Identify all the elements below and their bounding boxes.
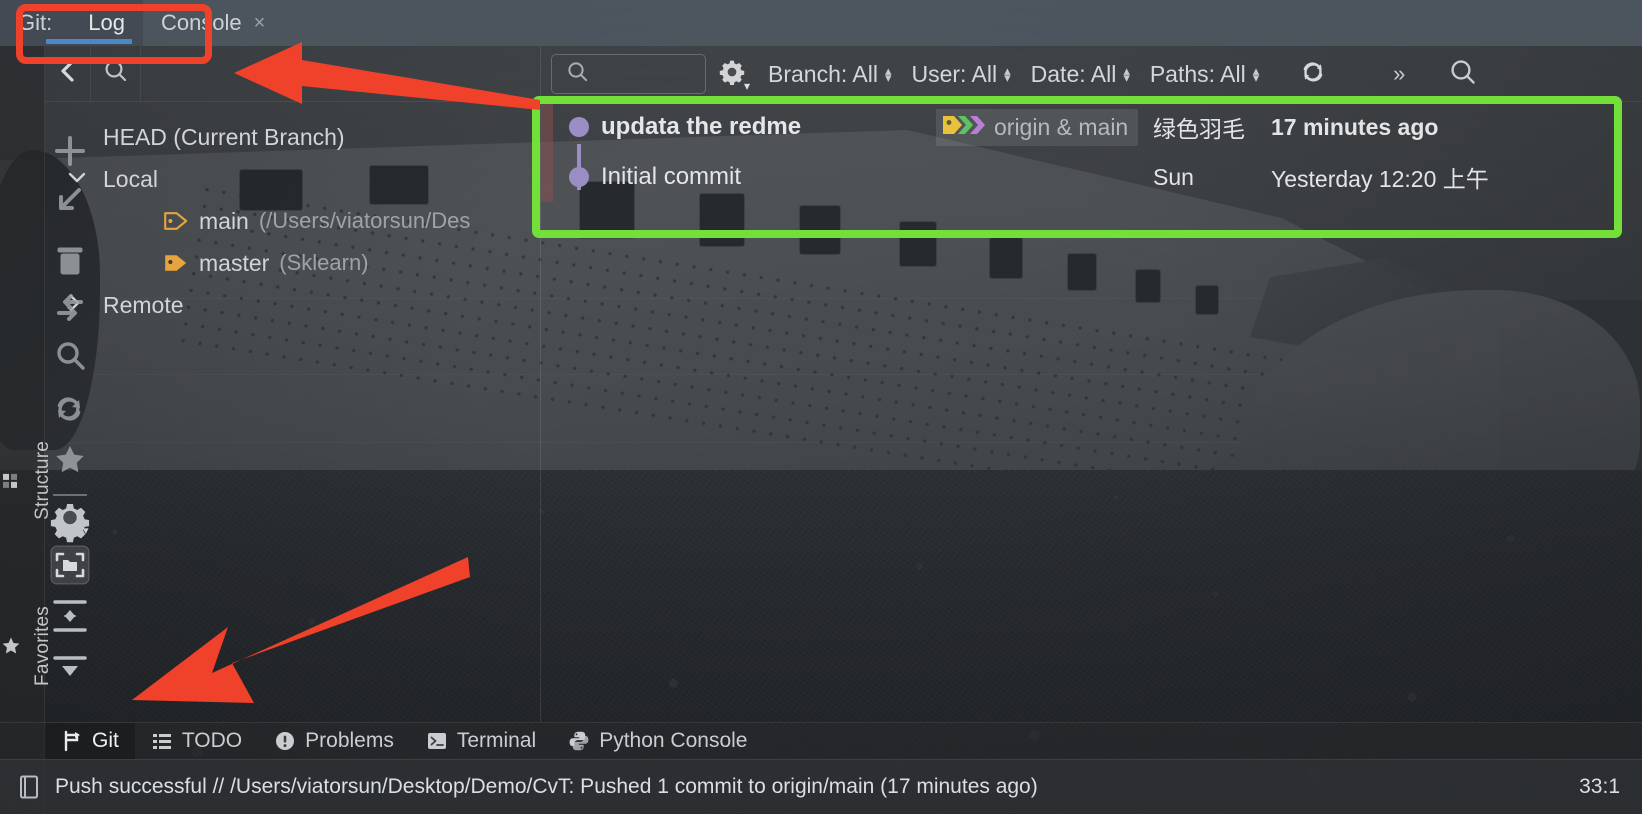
tool-tab-git-label: Git [92,729,119,752]
filter-date-label: Date: All [1030,60,1117,87]
chevron-double-right-icon: » [1393,61,1406,86]
chevron-updown-icon: ▴ ▾ [1123,63,1130,85]
filter-branch-label: Branch: All [768,60,878,87]
search-icon [566,60,590,89]
log-find-button[interactable] [1437,46,1489,102]
branch-node-main-label: main [199,207,249,234]
commit-date: 17 minutes ago [1271,113,1439,140]
search-icon [103,58,129,89]
warning-circle-icon [274,730,296,752]
structure-icon [0,471,22,489]
tool-tab-problems-label: Problems [305,729,394,752]
status-bar: Push successful // /Users/viatorsun/Desk… [0,759,1642,814]
log-settings-button[interactable]: ▾ [706,46,758,102]
tab-git-log-label: Log [88,10,125,35]
terminal-icon [426,730,448,752]
branch-node-local[interactable]: Local [45,158,540,200]
chevron-right-icon[interactable] [67,293,89,318]
commit-date: Yesterday 12:20 上午 [1271,166,1489,192]
commit-graph-node [569,167,589,187]
branch-tree: HEAD (Current Branch) Local main (/Users… [45,102,540,722]
tool-window-bar: Git TODO Problems Terminal Python Consol [45,722,1642,760]
branch-node-remote[interactable]: Remote [45,284,540,326]
tool-tab-git[interactable]: Git [45,722,135,760]
chevron-down-icon: ▾ [743,79,750,93]
chevron-down-icon[interactable] [67,169,89,189]
git-log-panel: HEAD (Current Branch) Local main (/Users… [45,45,1642,722]
back-button[interactable] [45,45,91,102]
list-icon [151,730,173,752]
refresh-button[interactable] [1287,46,1339,102]
tool-window-tab-bar: Git: Log Console × [0,0,1642,46]
branch-node-main[interactable]: main (/Users/viatorsun/Des [45,200,540,242]
filter-user-label: User: All [911,60,998,87]
sidebar-item-structure[interactable]: Structure [0,441,53,520]
tool-tab-terminal-label: Terminal [456,729,537,752]
filter-user[interactable]: User: All ▴ ▾ [901,61,1020,88]
tool-tab-todo-label: TODO [181,729,243,752]
python-icon [568,730,590,752]
branch-node-master-label: master [199,249,270,276]
table-row[interactable]: updata the redme origin & main 绿色羽毛 17 m… [541,102,1642,152]
branch-node-local-label: Local [103,165,158,192]
branch-node-remote-label: Remote [103,291,184,318]
git-branch-icon [61,730,83,752]
status-message: Push successful // /Users/viatorsun/Desk… [55,775,1038,798]
chevron-updown-icon: ▴ ▾ [1252,63,1260,85]
commit-refs-label: origin & main [994,113,1129,140]
commit-author: Sun [1153,163,1194,190]
rail-corner [0,722,45,759]
log-filter-input[interactable] [551,54,706,94]
tool-tab-terminal[interactable]: Terminal [410,723,552,760]
commit-graph-node [569,117,589,137]
left-tool-rail: Structure Favorites [0,46,53,814]
commit-subject: updata the redme [601,113,802,140]
branch-node-master-path: (Sklearn) [279,250,369,275]
tab-git-log[interactable]: Git: Log [0,0,143,46]
tab-console[interactable]: Console × [143,0,283,46]
tool-tab-python-console[interactable]: Python Console [552,723,763,760]
tab-console-label: Console [160,10,242,35]
caret-position[interactable]: 33:1 [1579,775,1620,799]
branch-tag-filled-icon [163,251,189,275]
tool-tab-python-console-label: Python Console [599,729,748,752]
commit-refs-chip[interactable]: origin & main [936,108,1139,146]
search-icon [1448,57,1478,92]
commit-author: 绿色羽毛 [1153,116,1245,142]
branch-node-head-label: HEAD (Current Branch) [103,123,345,150]
refresh-icon [1298,57,1328,92]
commit-list[interactable]: updata the redme origin & main 绿色羽毛 17 m… [541,102,1642,202]
filter-paths[interactable]: Paths: All ▴ ▾ [1140,61,1269,88]
branch-tag-outline-icon [163,209,189,233]
filter-branch[interactable]: Branch: All ▴ ▾ [758,61,901,88]
branch-labels-icon [942,112,986,143]
commit-subject: Initial commit [601,163,742,190]
chevron-updown-icon: ▴ ▾ [884,63,892,85]
gear-icon [718,58,746,91]
log-toolbar: ▾ Branch: All ▴ ▾ User: All ▴ ▾ Date: All … [541,46,1642,102]
table-row[interactable]: Initial commit Sun Yesterday 12:20 上午 [541,152,1642,202]
star-icon [0,636,22,656]
branch-node-master[interactable]: master (Sklearn) [45,242,540,284]
ide-window: Git: Log Console × Structure Favorites H… [0,0,1642,814]
filter-date[interactable]: Date: All ▴ ▾ [1021,61,1140,88]
toolbar-overflow-button[interactable]: » [1373,46,1425,102]
close-icon[interactable]: × [254,13,266,33]
chevron-left-icon [55,58,81,89]
sidebar-item-favorites[interactable]: Favorites [0,606,53,686]
chevron-updown-icon: ▴ ▾ [1004,63,1011,85]
branch-node-head[interactable]: HEAD (Current Branch) [45,116,540,158]
branch-search-button[interactable] [91,45,141,102]
branch-node-main-path: (/Users/viatorsun/Des [258,208,471,233]
tab-git-log-prefix: Git: [18,10,53,35]
filter-paths-label: Paths: All [1149,60,1246,87]
book-icon[interactable] [0,774,55,800]
tool-tab-todo[interactable]: TODO [135,723,258,760]
tool-tab-problems[interactable]: Problems [258,723,410,760]
sidebar-item-favorites-label: Favorites [32,606,53,686]
tab-active-underline [45,39,132,44]
sidebar-item-structure-label: Structure [32,441,53,520]
